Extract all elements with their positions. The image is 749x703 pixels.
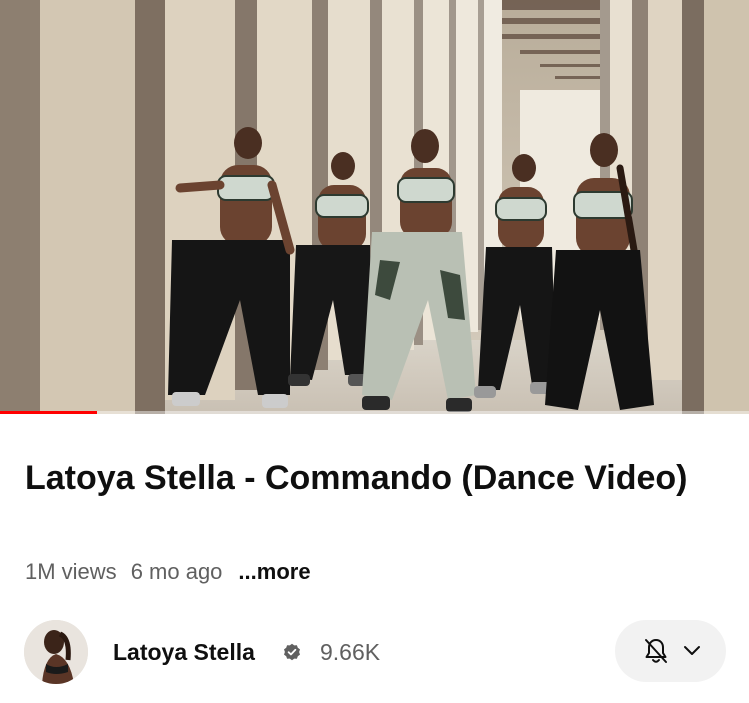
- chevron-down-icon: [683, 646, 700, 655]
- notification-subscription-button[interactable]: [615, 620, 726, 682]
- video-player[interactable]: [0, 0, 749, 414]
- avatar-image: [24, 620, 88, 684]
- bell-off-icon: [644, 639, 667, 663]
- channel-avatar[interactable]: [24, 620, 88, 684]
- verified-badge-icon: [284, 643, 300, 661]
- video-frame: [0, 0, 749, 414]
- channel-row: Latoya Stella 9.66K: [0, 618, 749, 686]
- subscriber-count: 9.66K: [320, 639, 381, 665]
- video-title[interactable]: Latoya Stella - Commando (Dance Video): [25, 458, 715, 499]
- more-button[interactable]: ...more: [238, 559, 310, 585]
- view-count: 1M views: [25, 559, 117, 584]
- video-metadata[interactable]: 1M views 6 mo ago ...more: [25, 559, 311, 585]
- channel-name[interactable]: Latoya Stella: [113, 639, 255, 666]
- upload-age: 6 mo ago: [130, 559, 223, 584]
